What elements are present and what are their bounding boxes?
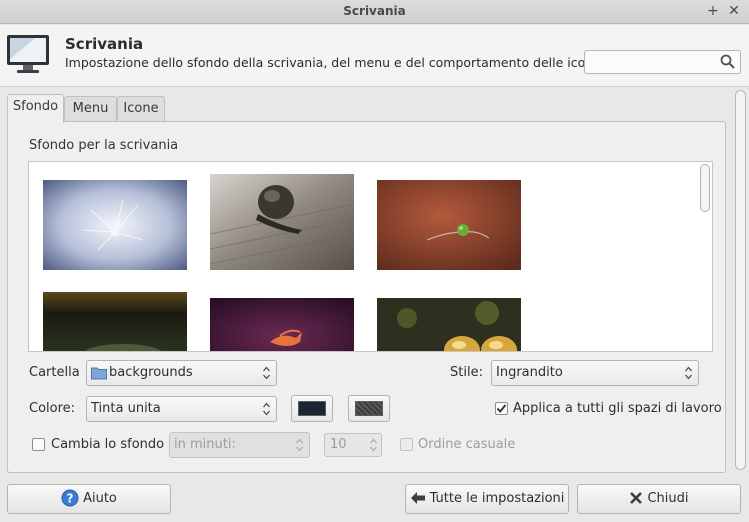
secondary-color-button[interactable] xyxy=(348,395,390,422)
search-icon xyxy=(720,54,735,69)
chevron-updown-icon xyxy=(263,402,270,416)
checkmark-icon xyxy=(496,404,507,413)
gallery-scrollbar[interactable] xyxy=(700,164,710,212)
window-scrollbar[interactable] xyxy=(734,88,747,476)
help-icon: ? xyxy=(61,489,79,506)
random-order-label[interactable]: Ordine casuale xyxy=(418,437,515,452)
window-title: Scrivania xyxy=(343,4,406,18)
wallpaper-thumb-field[interactable] xyxy=(43,292,187,352)
apply-all-label[interactable]: Applica a tutti gli spazi di lavoro xyxy=(513,401,722,416)
folder-label: Cartella xyxy=(29,365,80,380)
color-mode-value: Tinta unita xyxy=(91,401,161,416)
monitor-icon xyxy=(7,35,49,73)
interval-unit-value: in minuti: xyxy=(174,437,236,452)
window-titlebar: Scrivania + ✕ xyxy=(0,0,749,24)
svg-text:?: ? xyxy=(67,491,74,505)
style-value: Ingrandito xyxy=(496,365,563,380)
wallpaper-thumb-dandelion[interactable] xyxy=(43,180,187,270)
folder-value: backgrounds xyxy=(109,365,193,380)
close-button[interactable]: Chiudi xyxy=(577,484,741,514)
tab-menu[interactable]: Menu xyxy=(64,96,117,122)
primary-color-button[interactable] xyxy=(291,395,333,422)
dialog-subtitle: Impostazione dello sfondo della scrivani… xyxy=(65,55,601,70)
close-window-icon[interactable]: ✕ xyxy=(726,3,742,19)
apply-all-checkbox[interactable] xyxy=(495,402,508,415)
style-label: Stile: xyxy=(450,365,483,380)
dialog-title: Scrivania xyxy=(65,35,144,53)
spin-arrows-icon[interactable] xyxy=(370,437,377,453)
tab-icone[interactable]: Icone xyxy=(117,96,165,122)
wallpaper-thumb-mushrooms[interactable] xyxy=(377,298,521,352)
close-button-label: Chiudi xyxy=(647,491,689,506)
primary-color-swatch xyxy=(298,401,326,416)
folder-icon xyxy=(91,367,107,380)
color-mode-combo[interactable]: Tinta unita xyxy=(86,396,277,422)
tab-sfondo[interactable]: Sfondo xyxy=(7,94,64,123)
maximize-icon[interactable]: + xyxy=(705,3,721,19)
section-label: Sfondo per la scrivania xyxy=(29,138,179,153)
all-settings-button-label: Tutte le impostazioni xyxy=(429,491,565,506)
search-input[interactable] xyxy=(584,50,741,74)
chevron-updown-icon xyxy=(263,366,270,380)
all-settings-button[interactable]: Tutte le impostazioni xyxy=(405,484,569,514)
dialog-header: Scrivania Impostazione dello sfondo dell… xyxy=(0,25,749,87)
arrow-left-icon xyxy=(410,491,425,504)
interval-spinbox[interactable]: 10 xyxy=(324,433,382,457)
random-order-checkbox[interactable] xyxy=(400,438,413,451)
wallpaper-gallery[interactable] xyxy=(28,161,713,352)
tab-panel-sfondo: Sfondo per la scrivania Cartella backgro… xyxy=(7,121,726,473)
style-combo[interactable]: Ingrandito xyxy=(491,360,699,386)
color-label: Colore: xyxy=(29,401,76,416)
chevron-updown-icon xyxy=(296,438,303,452)
interval-unit-combo[interactable]: in minuti: xyxy=(169,432,310,458)
wallpaper-thumb-fish[interactable] xyxy=(210,298,354,352)
chevron-updown-icon xyxy=(685,366,692,380)
window-scrollbar-thumb[interactable] xyxy=(735,90,746,470)
help-button[interactable]: ? Aiuto xyxy=(7,484,171,514)
folder-combo[interactable]: backgrounds xyxy=(86,360,277,386)
close-icon xyxy=(630,491,643,504)
interval-value: 10 xyxy=(330,437,347,452)
wallpaper-thumb-sprout[interactable] xyxy=(377,180,521,270)
change-background-label[interactable]: Cambia lo sfondo xyxy=(51,437,164,452)
change-background-checkbox[interactable] xyxy=(32,438,45,451)
wallpaper-thumb-snail[interactable] xyxy=(210,174,354,270)
secondary-color-swatch xyxy=(355,401,383,416)
help-button-label: Aiuto xyxy=(83,491,117,506)
